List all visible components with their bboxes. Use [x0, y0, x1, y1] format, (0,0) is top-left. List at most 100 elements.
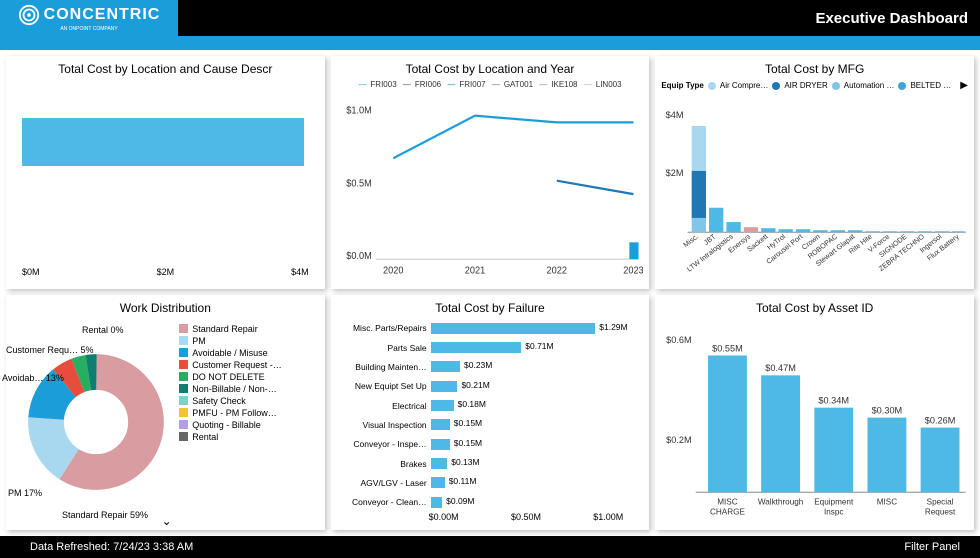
- callout-standard: Standard Repair 59%: [62, 510, 148, 520]
- legend-item: Automation …: [844, 81, 895, 90]
- legend-more-icon[interactable]: ▶: [960, 80, 968, 91]
- legend-item: PM: [179, 335, 318, 347]
- asset-bar: [921, 427, 960, 492]
- card-cost-location-year[interactable]: Total Cost by Location and Year —FRI003 …: [331, 56, 650, 289]
- svg-text:2023: 2023: [623, 265, 643, 276]
- svg-text:CHARGE: CHARGE: [710, 507, 745, 516]
- chevron-down-icon[interactable]: ⌄: [162, 514, 172, 528]
- donut-chart: Rental 0% Customer Requ… 5% Avoidab… 13%…: [12, 319, 319, 526]
- dashboard-grid: Total Cost by Location and Cause Descr $…: [0, 50, 980, 536]
- failure-bar: [431, 342, 522, 353]
- failure-row: Brakes$0.13M: [343, 457, 644, 470]
- callout-avoidable: Avoidab… 13%: [2, 373, 64, 383]
- svg-text:MISC: MISC: [877, 497, 898, 506]
- data-refreshed-label: Data Refreshed: 7/24/23 3:38 AM: [30, 541, 193, 553]
- svg-text:Walkthrough: Walkthrough: [758, 497, 803, 506]
- svg-text:2022: 2022: [546, 265, 566, 276]
- legend-item: Avoidable / Misuse: [179, 347, 318, 359]
- failure-row: Electrical $0.18M: [343, 399, 644, 412]
- legend-swatch: [179, 408, 188, 417]
- svg-text:$2M: $2M: [666, 168, 684, 178]
- failure-value: $0.13M: [451, 457, 479, 467]
- svg-text:Special: Special: [927, 497, 954, 506]
- failure-value: $1.29M: [599, 322, 627, 332]
- asset-bar: [868, 417, 907, 492]
- svg-text:Misc.: Misc.: [682, 233, 700, 250]
- card-work-distribution[interactable]: Work Distribution Rental 0% Customer Req…: [6, 295, 325, 530]
- line-series-fri003: [393, 116, 633, 159]
- legend-swatch: [179, 348, 188, 357]
- legend-label: Avoidable / Misuse: [192, 348, 267, 358]
- legend-swatch: [179, 420, 188, 429]
- x-axis: $0.00M $0.50M $1.00M: [337, 512, 644, 522]
- legend-swatch: [832, 82, 840, 90]
- legend-swatch: [179, 432, 188, 441]
- failure-value: $0.18M: [458, 399, 486, 409]
- svg-text:$0.26M: $0.26M: [925, 415, 956, 425]
- failure-name: AGV/LGV - Laser: [343, 478, 431, 488]
- card-title: Total Cost by Failure: [337, 299, 644, 319]
- legend-swatch: [179, 372, 188, 381]
- footer: Data Refreshed: 7/24/23 3:38 AM Filter P…: [0, 536, 980, 558]
- filter-panel-button[interactable]: Filter Panel: [904, 541, 960, 553]
- line-legend: —FRI003 —FRI006 —FRI007 —GAT001 —IKE108 …: [337, 80, 644, 91]
- card-cost-asset[interactable]: Total Cost by Asset ID $0.6M $0.2M $0.55…: [655, 295, 974, 530]
- failure-bar: [431, 361, 460, 372]
- x-tick: $2M: [157, 267, 175, 277]
- svg-text:MISC: MISC: [718, 497, 739, 506]
- legend-swatch: [179, 336, 188, 345]
- mfg-chart: Equip Type Air Compre… AIR DRYER Automat…: [661, 80, 968, 285]
- svg-text:$0.34M: $0.34M: [819, 395, 850, 405]
- svg-text:$4M: $4M: [666, 110, 684, 120]
- card-cost-mfg[interactable]: Total Cost by MFG Equip Type Air Compre……: [655, 56, 974, 289]
- svg-text:Equipment: Equipment: [815, 497, 855, 506]
- callout-customer: Customer Requ… 5%: [6, 345, 94, 355]
- card-title: Total Cost by MFG: [661, 60, 968, 80]
- svg-text:$1.0M: $1.0M: [346, 105, 372, 116]
- card-title: Total Cost by Location and Cause Descr: [12, 60, 319, 80]
- legend-item: DO NOT DELETE: [179, 371, 318, 383]
- line-svg: $1.0M $0.5M $0.0M 2020 2021 2022 2023: [337, 91, 644, 282]
- legend-label: PM: [192, 336, 206, 346]
- failure-row: Building Mainten…$0.23M: [343, 360, 644, 373]
- legend-item: FRI006: [415, 80, 441, 89]
- legend-swatch: [179, 360, 188, 369]
- failure-bar: [431, 381, 458, 392]
- failure-row: Conveyor - Inspe…$0.15M: [343, 438, 644, 451]
- failure-name: Visual Inspection: [343, 420, 431, 430]
- card-cost-location-cause[interactable]: Total Cost by Location and Cause Descr $…: [6, 56, 325, 289]
- failure-row: AGV/LGV - Laser $0.11M: [343, 476, 644, 489]
- svg-text:2020: 2020: [383, 265, 403, 276]
- legend-label: Safety Check: [192, 396, 246, 406]
- accent-bar: [0, 36, 980, 50]
- failure-name: New Equipt Set Up: [343, 381, 431, 391]
- failure-name: Electrical: [343, 401, 431, 411]
- card-title: Work Distribution: [12, 299, 319, 319]
- legend-item: BELTED …: [910, 81, 951, 90]
- callout-rental: Rental 0%: [82, 325, 124, 335]
- failure-value: $0.23M: [464, 360, 492, 370]
- legend-swatch: [708, 82, 716, 90]
- asset-bar: [762, 375, 801, 492]
- card-cost-failure[interactable]: Total Cost by Failure Misc. Parts/Repair…: [331, 295, 650, 530]
- svg-text:$0.5M: $0.5M: [346, 178, 372, 189]
- legend-item: Air Compre…: [720, 81, 768, 90]
- asset-bar: [708, 355, 747, 492]
- svg-text:$0.6M: $0.6M: [666, 335, 692, 345]
- legend-label: Quoting - Billable: [192, 420, 261, 430]
- failure-row: Parts Sale$0.71M: [343, 341, 644, 354]
- x-tick: $0.50M: [511, 512, 541, 522]
- failure-row: Visual Inspection $0.15M: [343, 418, 644, 431]
- line-chart: —FRI003 —FRI006 —FRI007 —GAT001 —IKE108 …: [337, 80, 644, 285]
- page-title: Executive Dashboard: [815, 10, 968, 27]
- failure-value: $0.15M: [454, 418, 482, 428]
- failure-row: New Equipt Set Up$0.21M: [343, 380, 644, 393]
- legend-swatch: [179, 384, 188, 393]
- failure-value: $0.09M: [446, 496, 474, 506]
- failure-row: Conveyor - Clean…$0.09M: [343, 496, 644, 509]
- mfg-legend: Equip Type Air Compre… AIR DRYER Automat…: [661, 80, 968, 91]
- failure-value: $0.11M: [449, 476, 477, 486]
- svg-text:$0.0M: $0.0M: [346, 251, 372, 262]
- failure-name: Misc. Parts/Repairs: [343, 323, 431, 333]
- hbar-chart: $0M $2M $4M: [12, 80, 319, 285]
